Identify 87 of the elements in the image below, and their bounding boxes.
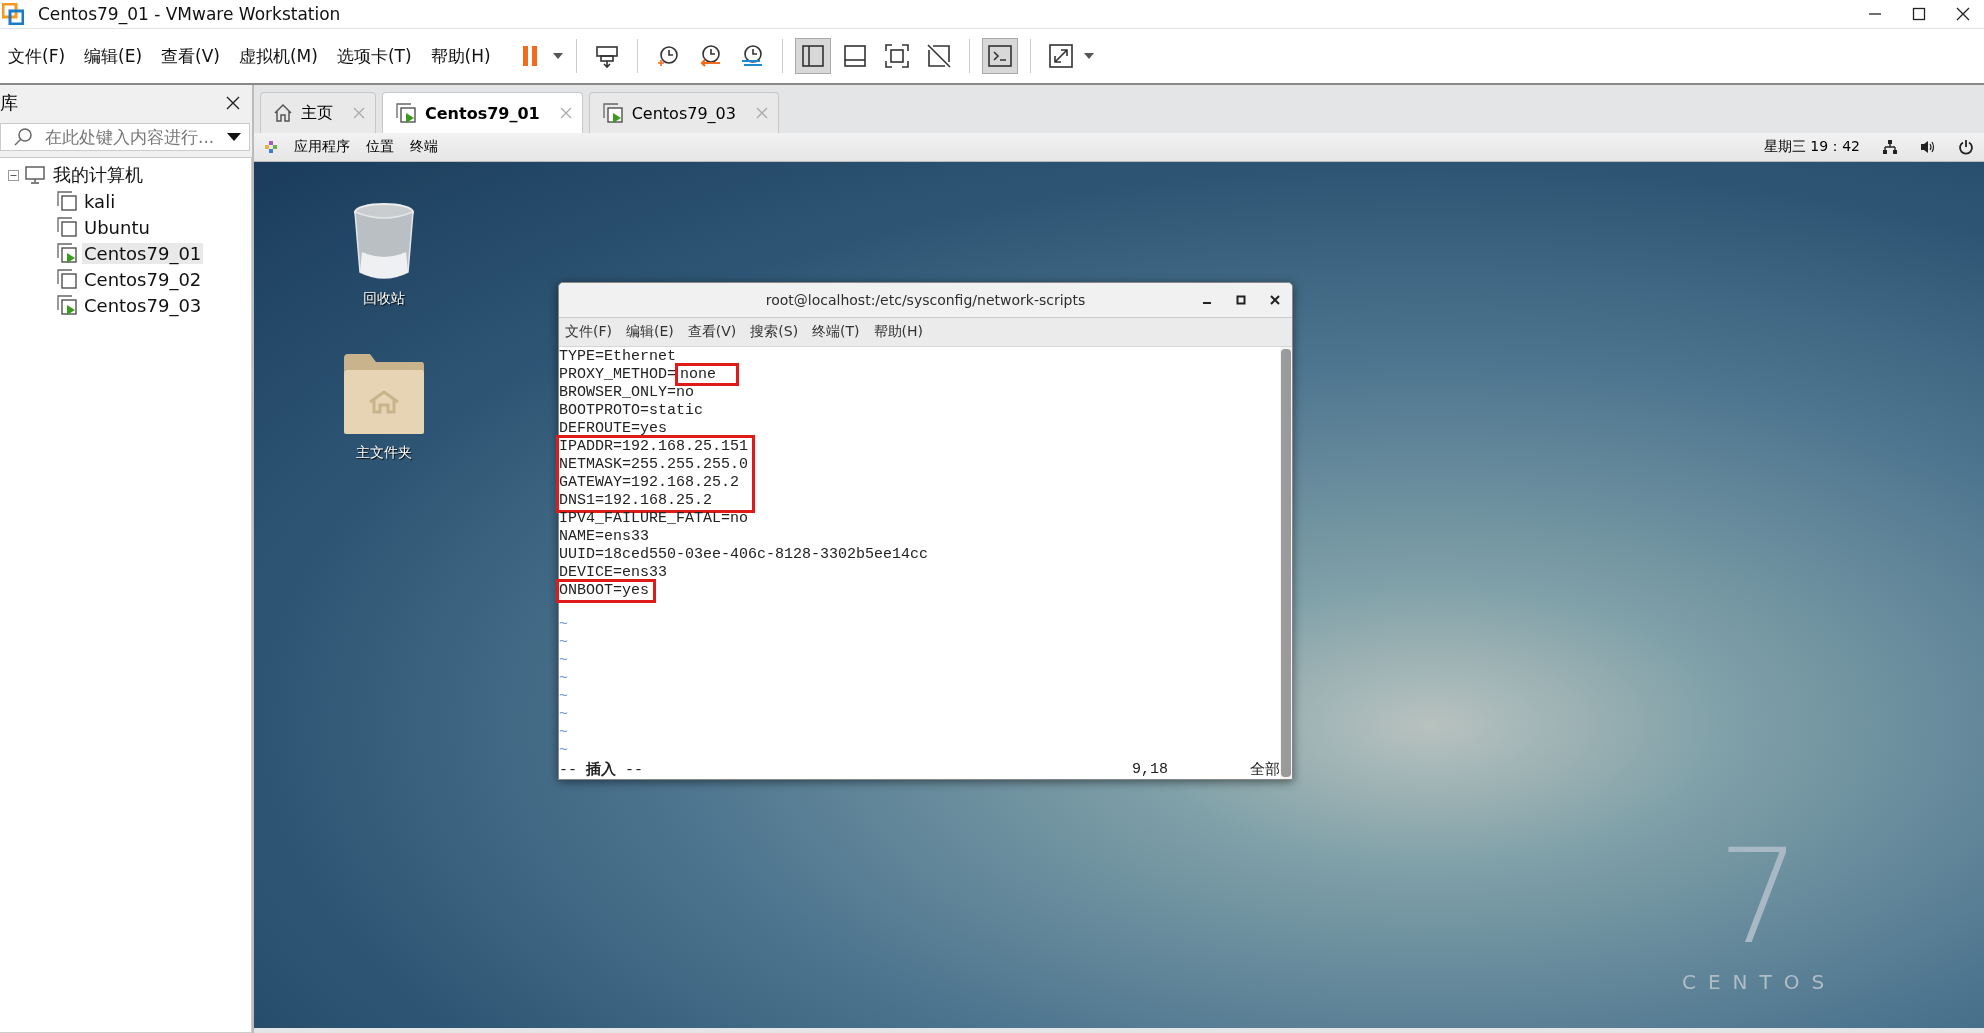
close-icon[interactable] [1270, 295, 1280, 305]
desktop-icon-label[interactable]: 主文件夹 [356, 444, 412, 462]
terminal-title: root@localhost:/etc/sysconfig/network-scripts [765, 292, 1086, 308]
search-icon [13, 127, 33, 147]
power-icon[interactable] [1958, 139, 1974, 155]
library-title: 库 [0, 91, 18, 115]
empty-line-marker: ~ [559, 615, 568, 633]
console-icon [985, 42, 1014, 70]
fullscreen-icon [882, 42, 911, 70]
config-line: ONBOOT=yes [559, 582, 649, 599]
config-line: BROWSER_ONLY=no [559, 384, 695, 401]
config-line: GATEWAY=192.168.25.2 [559, 474, 740, 491]
network-icon[interactable] [1882, 139, 1898, 155]
config-line: TYPE=Ethernet [559, 348, 677, 365]
config-line: NETMASK=255.255.255.0 [559, 456, 749, 473]
scroll-position: 全部 [1250, 760, 1280, 779]
scrollbar-thumb[interactable] [1281, 349, 1291, 777]
app-logo-icon [2, 3, 24, 25]
stretch-icon [1046, 42, 1075, 70]
empty-line-marker: ~ [559, 705, 568, 723]
menu-item[interactable]: 虚拟机(M) [238, 44, 318, 68]
empty-line-marker: ~ [559, 741, 568, 759]
menu-item[interactable]: 编辑(E) [84, 44, 143, 68]
close-icon[interactable] [226, 96, 240, 110]
empty-line-marker: ~ [559, 687, 568, 705]
menu-item[interactable]: 查看(V) [687, 323, 737, 341]
empty-line-marker: ~ [559, 651, 568, 669]
toolbar-button[interactable] [794, 38, 831, 74]
dropdown-caret-icon[interactable] [227, 132, 241, 142]
applications-icon [264, 140, 278, 154]
caret-icon[interactable] [551, 52, 564, 60]
logo-number: 7 [1717, 832, 1801, 962]
config-line: NAME=ens33 [559, 528, 649, 545]
tab[interactable]: 主页 [260, 92, 376, 133]
config-line: IPV4_FAILURE_FATAL=no [559, 510, 749, 527]
menu-item[interactable]: 查看(V) [161, 44, 220, 68]
window-title: Centos79_01 - VMware Workstation [38, 4, 341, 24]
editor-mode: -- 插入 -- [559, 760, 644, 779]
config-line: PROXY_METHOD= [559, 366, 677, 383]
empty-line-marker: ~ [559, 633, 568, 651]
tree-item[interactable]: 我的计算机 [51, 163, 145, 187]
menu-item[interactable]: 搜索(S) [750, 323, 799, 341]
tree-item[interactable]: kali [82, 190, 118, 212]
logo-wordmark: CENTOS [1682, 970, 1837, 994]
menu-item[interactable]: 位置 [366, 138, 394, 156]
maximize-icon[interactable] [1236, 295, 1246, 305]
virtual-machine-icon [601, 102, 624, 124]
trash-can-icon[interactable] [352, 202, 416, 282]
menu-item[interactable]: 帮助(H) [430, 44, 491, 68]
empty-line-marker: ~ [559, 723, 568, 741]
tab[interactable]: Centos79_03 [588, 92, 779, 133]
menu-item[interactable]: 编辑(E) [626, 323, 674, 341]
menu-item[interactable]: 终端(T) [812, 323, 860, 341]
cursor-position: 9,18 [1132, 760, 1168, 778]
menu-item[interactable]: 终端 [410, 138, 438, 156]
clock[interactable]: 星期三 19：42 [1763, 138, 1860, 156]
home-folder-icon[interactable] [342, 352, 426, 436]
config-line: DEFROUTE=yes [559, 420, 668, 437]
tree-item[interactable]: Centos79_02 [82, 268, 204, 290]
maximize-icon[interactable] [1912, 7, 1926, 21]
config-line: IPADDR=192.168.25.151 [559, 438, 749, 455]
menu-item[interactable]: 选项卡(T) [336, 44, 412, 68]
collapse-icon[interactable] [8, 169, 19, 181]
empty-line-marker: ~ [559, 669, 568, 687]
tree-item[interactable]: Centos79_03 [82, 294, 204, 316]
search-field[interactable]: 在此处键入内容进行... [0, 123, 250, 151]
config-line: BOOTPROTO=static [559, 402, 704, 419]
caret-icon[interactable] [1082, 52, 1095, 60]
close-icon[interactable] [1956, 7, 1970, 21]
config-line: UUID=18ced550-03ee-406c-8128-3302b5ee14cc [559, 546, 929, 563]
config-value: none [678, 366, 737, 383]
computer-icon [25, 166, 45, 184]
crossed-windows-icon [924, 42, 953, 70]
virtual-machine-icon [395, 102, 417, 124]
volume-icon[interactable] [1920, 139, 1936, 155]
tree-item[interactable]: Centos79_01 [82, 242, 204, 264]
tree-item[interactable]: Ubuntu [82, 216, 152, 238]
menu-item[interactable]: 文件(F) [565, 323, 612, 341]
menu-item[interactable]: 文件(F) [8, 44, 66, 68]
config-line: DEVICE=ens33 [559, 564, 668, 581]
home-icon [273, 103, 293, 123]
tab[interactable]: Centos79_01 [382, 92, 583, 133]
menu-item[interactable]: 帮助(H) [873, 323, 924, 341]
toolbar-button[interactable] [981, 38, 1018, 74]
config-line: DNS1=192.168.25.2 [559, 492, 713, 509]
desktop-icon-label[interactable]: 回收站 [363, 290, 405, 308]
menu-item[interactable]: 应用程序 [294, 138, 350, 156]
